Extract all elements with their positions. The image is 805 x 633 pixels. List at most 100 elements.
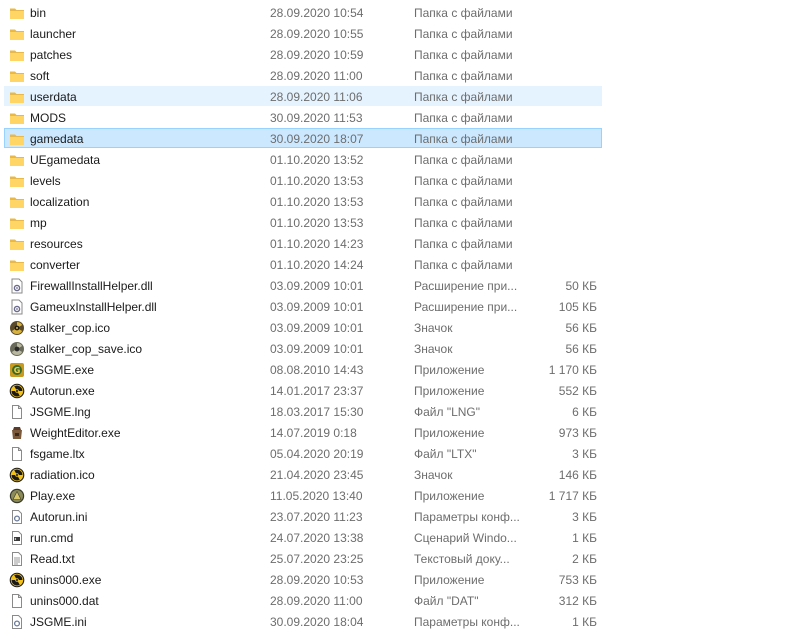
file-type: Файл "LTX" — [414, 447, 477, 461]
file-type: Папка с файлами — [414, 216, 513, 230]
file-size: 312 КБ — [558, 594, 597, 608]
file-type: Папка с файлами — [414, 153, 513, 167]
file-row[interactable]: Autorun.ini 23.07.2020 11:23 Параметры кон… — [4, 506, 602, 526]
file-row[interactable]: JSGME.ini 30.09.2020 18:04 Параметры конф.… — [4, 611, 602, 631]
folder-icon — [9, 131, 25, 147]
file-row[interactable]: Play.exe 11.05.2020 13:40 Приложение 1 717 … — [4, 485, 602, 505]
file-row[interactable]: radiation.ico 21.04.2020 23:45 Значок 146 К… — [4, 464, 602, 484]
text-file-icon — [9, 551, 25, 567]
file-date: 01.10.2020 14:24 — [270, 258, 364, 272]
file-row[interactable]: mp 01.10.2020 13:53 Папка с файлами — [4, 212, 602, 232]
file-row[interactable]: stalker_cop.ico 03.09.2009 10:01 Значок 56 … — [4, 317, 602, 337]
file-size: 105 КБ — [558, 300, 597, 314]
play-app-icon — [9, 488, 25, 504]
file-type: Файл "LNG" — [414, 405, 481, 419]
jsgme-app-icon: G — [9, 362, 25, 378]
file-date: 01.10.2020 14:23 — [270, 237, 364, 251]
file-name: patches — [30, 48, 73, 62]
file-size: 2 КБ — [572, 552, 597, 566]
file-size: 50 КБ — [565, 279, 597, 293]
folder-icon — [9, 173, 25, 189]
file-size: 3 КБ — [572, 510, 597, 524]
file-type: Приложение — [414, 426, 485, 440]
file-row[interactable]: converter 01.10.2020 14:24 Папка с файлами — [4, 254, 602, 274]
file-date: 18.03.2017 15:30 — [270, 405, 364, 419]
file-name: bin — [30, 6, 47, 20]
file-type: Папка с файлами — [414, 237, 513, 251]
file-name: Read.txt — [30, 552, 75, 566]
file-name: launcher — [30, 27, 77, 41]
file-row[interactable]: fsgame.ltx 05.04.2020 20:19 Файл "LTX" 3 КБ — [4, 443, 602, 463]
file-row[interactable]: patches 28.09.2020 10:59 Папка с файлами — [4, 44, 602, 64]
file-date: 28.09.2020 10:55 — [270, 27, 364, 41]
file-row[interactable]: G JSGME.exe 08.08.2010 14:43 Приложение 1 17… — [4, 359, 602, 379]
file-date: 01.10.2020 13:53 — [270, 216, 364, 230]
file-name: FirewallInstallHelper.dll — [30, 279, 153, 293]
file-name: JSGME.exe — [30, 363, 95, 377]
blank-file-icon — [9, 404, 25, 420]
file-type: Приложение — [414, 489, 485, 503]
file-type: Папка с файлами — [414, 27, 513, 41]
file-type: Папка с файлами — [414, 258, 513, 272]
file-row[interactable]: UEgamedata 01.10.2020 13:52 Папка с файлам… — [4, 149, 602, 169]
stalker-icon — [9, 320, 25, 336]
dll-file-icon — [9, 299, 25, 315]
file-date: 28.09.2020 10:59 — [270, 48, 364, 62]
file-row[interactable]: stalker_cop_save.ico 03.09.2009 10:01 Знач… — [4, 338, 602, 358]
file-date: 28.09.2020 10:53 — [270, 573, 364, 587]
file-date: 30.09.2020 11:53 — [270, 111, 363, 125]
file-name: Autorun.ini — [30, 510, 88, 524]
blank-file-icon — [9, 446, 25, 462]
file-date: 03.09.2009 10:01 — [270, 342, 364, 356]
file-date: 30.09.2020 18:07 — [270, 132, 364, 146]
file-name: radiation.ico — [30, 468, 95, 482]
svg-text:G: G — [14, 366, 21, 375]
file-size: 146 КБ — [558, 468, 597, 482]
file-row[interactable]: unins000.dat 28.09.2020 11:00 Файл "DAT" 31… — [4, 590, 602, 610]
folder-icon — [9, 110, 25, 126]
file-date: 23.07.2020 11:23 — [270, 510, 363, 524]
file-row[interactable]: GameuxInstallHelper.dll 03.09.2009 10:01 Р… — [4, 296, 602, 316]
weight-editor-icon — [9, 425, 25, 441]
file-row[interactable]: FirewallInstallHelper.dll 03.09.2009 10:0… — [4, 275, 602, 295]
file-row[interactable]: userdata 28.09.2020 11:06 Папка с файлами — [4, 86, 602, 106]
file-date: 14.07.2019 0:18 — [270, 426, 357, 440]
ini-file-icon — [9, 509, 25, 525]
file-row[interactable]: localization 01.10.2020 13:53 Папка с файл… — [4, 191, 602, 211]
file-name: unins000.exe — [30, 573, 102, 587]
file-date: 03.09.2009 10:01 — [270, 321, 364, 335]
file-size: 56 КБ — [565, 321, 597, 335]
file-row[interactable]: bin 28.09.2020 10:54 Папка с файлами — [4, 2, 602, 22]
file-row[interactable]: unins000.exe 28.09.2020 10:53 Приложение 75… — [4, 569, 602, 589]
file-row[interactable]: soft 28.09.2020 11:00 Папка с файлами — [4, 65, 602, 85]
file-name: GameuxInstallHelper.dll — [30, 300, 157, 314]
file-type: Параметры конф... — [414, 510, 520, 524]
file-row[interactable]: Read.txt 25.07.2020 23:25 Текстовый доку..… — [4, 548, 602, 568]
file-row[interactable]: levels 01.10.2020 13:53 Папка с файлами — [4, 170, 602, 190]
ini-file-icon — [9, 614, 25, 630]
file-row[interactable]: MODS 30.09.2020 11:53 Папка с файлами — [4, 107, 602, 127]
file-date: 03.09.2009 10:01 — [270, 300, 364, 314]
folder-icon — [9, 89, 25, 105]
file-type: Расширение при... — [414, 300, 518, 314]
folder-icon — [9, 47, 25, 63]
file-date: 28.09.2020 11:00 — [270, 69, 363, 83]
file-row[interactable]: launcher 28.09.2020 10:55 Папка с файлами — [4, 23, 602, 43]
file-row[interactable]: WeightEditor.exe 14.07.2019 0:18 Приложени… — [4, 422, 602, 442]
folder-icon — [9, 215, 25, 231]
folder-icon — [9, 257, 25, 273]
file-row[interactable]: Autorun.exe 14.01.2017 23:37 Приложение 552… — [4, 380, 602, 400]
file-row[interactable]: run.cmd 24.07.2020 13:38 Сценарий Windo...… — [4, 527, 602, 547]
file-size: 1 717 КБ — [548, 489, 597, 503]
file-type: Значок — [414, 342, 453, 356]
file-row[interactable]: resources 01.10.2020 14:23 Папка с файлами — [4, 233, 602, 253]
file-type: Текстовый доку... — [414, 552, 510, 566]
folder-icon — [9, 5, 25, 21]
file-row[interactable]: JSGME.lng 18.03.2017 15:30 Файл "LNG" 6 КБ — [4, 401, 602, 421]
file-row[interactable]: gamedata 30.09.2020 18:07 Папка с файлами — [4, 128, 602, 148]
file-date: 01.10.2020 13:53 — [270, 174, 364, 188]
file-name: unins000.dat — [30, 594, 99, 608]
file-name: stalker_cop.ico — [30, 321, 111, 335]
file-name: soft — [30, 69, 50, 83]
file-name: Autorun.exe — [30, 384, 95, 398]
